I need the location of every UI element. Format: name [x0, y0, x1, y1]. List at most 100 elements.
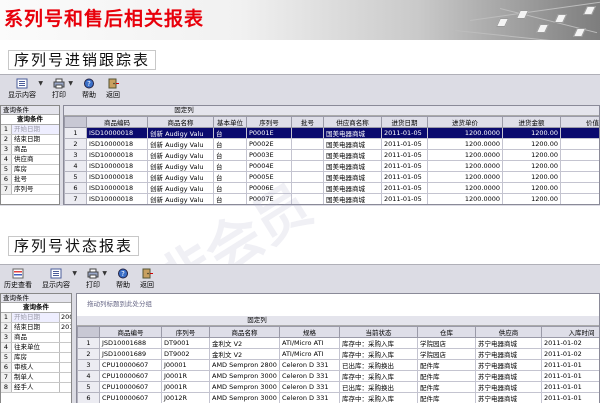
query-condition-row[interactable]: 7 序列号: [1, 185, 59, 195]
column-header[interactable]: 基本单位: [213, 116, 247, 128]
row-number[interactable]: 1: [64, 127, 87, 139]
row-number: 2: [1, 323, 12, 332]
query-condition-value[interactable]: [59, 363, 71, 372]
row-number[interactable]: 5: [77, 381, 100, 393]
table-row[interactable]: 4 ISD10000018 创新 Audigy Valu 台 P0004E 国美电器商城 2…: [64, 160, 599, 172]
query-conditions-tab[interactable]: 查询条件: [1, 303, 71, 313]
query-condition-row[interactable]: 3 商品: [1, 145, 59, 155]
table-row[interactable]: 6 CPU10000607 J0012R AMD Sempron 3000 Celero…: [77, 392, 599, 403]
query-condition-label: 开始日期: [12, 125, 59, 134]
column-header[interactable]: 商品名称: [209, 326, 280, 338]
print-button[interactable]: 打印 ▼: [52, 78, 73, 100]
table-row[interactable]: 3 ISD10000018 创新 Audigy Valu 台 P0003E 国美电器商城 2…: [64, 149, 599, 161]
row-number[interactable]: 3: [64, 149, 87, 161]
row-number[interactable]: 3: [77, 359, 100, 371]
table-row[interactable]: 5 ISD10000018 创新 Audigy Valu 台 P0005E 国美电器商城 2…: [64, 171, 599, 183]
table-cell: [560, 193, 599, 204]
column-header[interactable]: 进货单价: [427, 116, 503, 128]
display-content-button[interactable]: 显示内容 ▼: [42, 268, 77, 290]
table-cell: ISD10000018: [86, 138, 148, 150]
query-condition-row[interactable]: 4 供应商: [1, 155, 59, 165]
chevron-down-icon[interactable]: ▼: [38, 80, 43, 87]
row-selector-header[interactable]: [77, 326, 100, 338]
svg-text:?: ?: [87, 80, 91, 88]
query-condition-value[interactable]: [59, 373, 71, 382]
column-header[interactable]: 供应商: [475, 326, 542, 338]
row-number[interactable]: 1: [77, 337, 100, 349]
column-header[interactable]: 商品名称: [147, 116, 214, 128]
row-number[interactable]: 4: [77, 370, 100, 382]
back-button[interactable]: 返回: [140, 268, 154, 290]
query-condition-row[interactable]: 8 经手人: [1, 383, 71, 393]
table-row[interactable]: 2 ISD10000018 创新 Audigy Valu 台 P0002E 国美电器商城 2…: [64, 138, 599, 150]
back-label: 返回: [140, 281, 154, 289]
column-header[interactable]: 序列号: [161, 326, 210, 338]
column-header[interactable]: 商品编码: [86, 116, 148, 128]
table-row[interactable]: 7 ISD10000018 创新 Audigy Valu 台 P0007E 国美电器商城 2…: [64, 193, 599, 204]
query-condition-value[interactable]: [59, 383, 71, 392]
help-button[interactable]: ? 帮助: [82, 78, 96, 100]
query-condition-row[interactable]: 4 往来单位: [1, 343, 71, 353]
row-number[interactable]: 7: [64, 193, 87, 204]
query-condition-row[interactable]: 7 制单人: [1, 373, 71, 383]
query-condition-row[interactable]: 1开始日期200: [1, 313, 71, 323]
print-button[interactable]: 打印 ▼: [86, 268, 107, 290]
decoration-cube: [535, 24, 550, 33]
column-header[interactable]: 价值: [560, 116, 599, 128]
query-condition-value[interactable]: [59, 333, 71, 342]
fixed-columns-band: 固定列: [64, 106, 599, 116]
query-condition-row[interactable]: 6 审核人: [1, 363, 71, 373]
column-header[interactable]: 规格: [279, 326, 340, 338]
column-header[interactable]: 商品编号: [99, 326, 162, 338]
table-cell: 1200.00: [502, 160, 561, 172]
chevron-down-icon[interactable]: ▼: [72, 270, 77, 277]
history-view-button[interactable]: 历史查看: [4, 268, 32, 290]
print-label: 打印: [52, 91, 66, 99]
row-number[interactable]: 2: [77, 348, 100, 360]
table-row[interactable]: 3 CPU10000607 J00001 AMD Sempron 2800 Celero…: [77, 359, 599, 371]
table-row[interactable]: 1 ISD10000018 创新 Audigy Valu 台 P0001E 国美电器商城 2…: [64, 127, 599, 139]
display-content-button[interactable]: 显示内容 ▼: [8, 78, 43, 100]
table-cell: AMD Sempron 2800: [209, 359, 280, 371]
row-number[interactable]: 2: [64, 138, 87, 150]
query-conditions-tab[interactable]: 查询条件: [1, 115, 59, 125]
query-condition-row[interactable]: 5 库房: [1, 165, 59, 175]
row-number[interactable]: 6: [77, 392, 100, 403]
row-number: 3: [1, 333, 12, 342]
column-header[interactable]: 进货金额: [502, 116, 561, 128]
table-row[interactable]: 6 ISD10000018 创新 Audigy Valu 台 P0006E 国美电器商城 2…: [64, 182, 599, 194]
query-condition-value[interactable]: 201: [59, 323, 71, 332]
column-header[interactable]: 序列号: [246, 116, 292, 128]
column-header[interactable]: 当前状态: [339, 326, 418, 338]
table-row[interactable]: 5 CPU10000607 J0001R AMD Sempron 3000 Celero…: [77, 381, 599, 393]
row-number[interactable]: 4: [64, 160, 87, 172]
query-condition-value[interactable]: [59, 343, 71, 352]
query-condition-row[interactable]: 2结束日期 201: [1, 323, 71, 333]
column-header[interactable]: 入库时间: [541, 326, 599, 338]
table-row[interactable]: 1 JSD10001688 DT9001 金利文 V2 ATI/Micro ATI 库存中…: [77, 337, 599, 349]
query-condition-row[interactable]: 5 库房: [1, 353, 71, 363]
row-selector-header[interactable]: [64, 116, 87, 128]
column-header[interactable]: 进货日期: [381, 116, 428, 128]
query-condition-row[interactable]: 1 开始日期: [1, 125, 59, 135]
query-condition-row[interactable]: 3 商品: [1, 333, 71, 343]
table-cell: 国美电器商城: [323, 149, 382, 161]
table-row[interactable]: 2 JSD10001689 DT9002 金利文 V2 ATI/Micro ATI 库存中…: [77, 348, 599, 360]
query-condition-value[interactable]: [59, 353, 71, 362]
row-number[interactable]: 5: [64, 171, 87, 183]
query-condition-row[interactable]: 6 批号: [1, 175, 59, 185]
chevron-down-icon[interactable]: ▼: [102, 270, 107, 277]
row-number[interactable]: 6: [64, 182, 87, 194]
back-button[interactable]: 返回: [106, 78, 120, 100]
help-button[interactable]: ? 帮助: [116, 268, 130, 290]
query-condition-value[interactable]: 200: [59, 313, 71, 322]
table-row[interactable]: 4 CPU10000607 J0001R AMD Sempron 3000 Celero…: [77, 370, 599, 382]
column-header[interactable]: 供应商名称: [323, 116, 382, 128]
query-condition-row[interactable]: 2 结束日期: [1, 135, 59, 145]
table-cell: [560, 160, 599, 172]
group-by-hint[interactable]: 拖动列标题到此处分组: [87, 298, 152, 308]
chevron-down-icon[interactable]: ▼: [68, 80, 73, 87]
column-header[interactable]: 仓库: [417, 326, 476, 338]
fixed-columns-band: 固定列: [77, 316, 599, 326]
column-header[interactable]: 批号: [291, 116, 324, 128]
